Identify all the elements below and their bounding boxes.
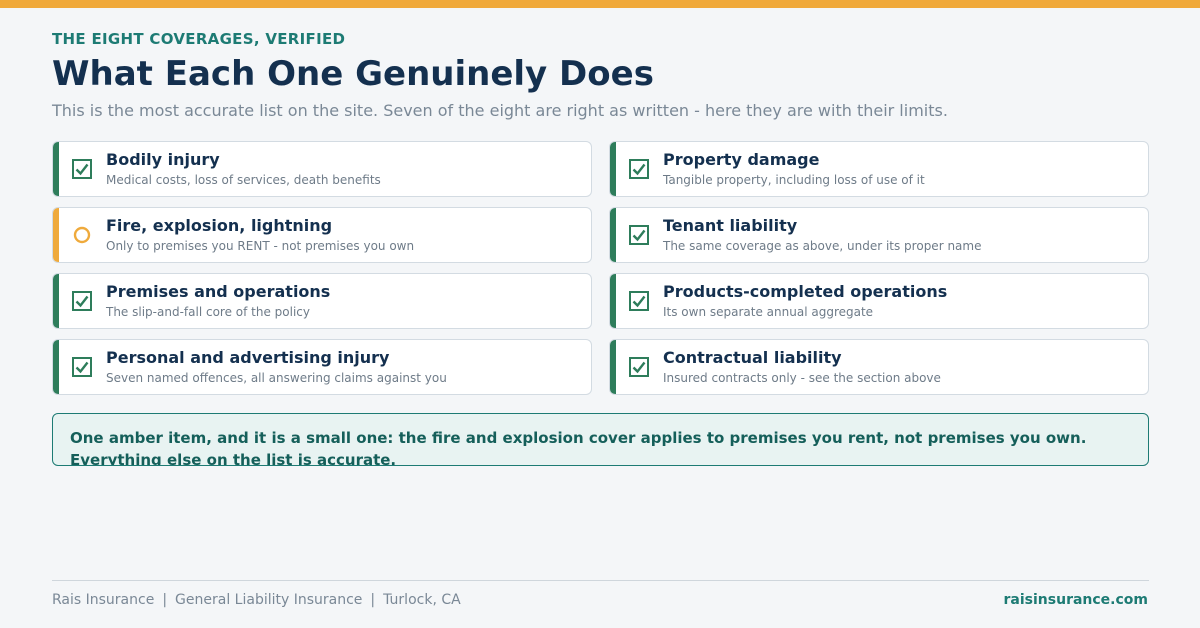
coverage-description: Its own separate annual aggregate xyxy=(663,305,874,319)
coverage-description: Only to premises you RENT - not premises… xyxy=(106,239,415,253)
coverage-card-products-completed-operations: Products-completed operations Its own se… xyxy=(609,273,1149,329)
coverage-grid: Bodily injury Medical costs, loss of ser… xyxy=(52,141,1149,397)
summary-note-text: One amber item, and it is a small one: t… xyxy=(70,429,1087,466)
checked-box-icon xyxy=(72,291,92,311)
card-accent xyxy=(53,142,59,196)
coverage-card-fire-explosion-lightning: Fire, explosion, lightning Only to premi… xyxy=(52,207,592,263)
card-accent xyxy=(53,208,59,262)
coverage-description: The same coverage as above, under its pr… xyxy=(663,239,982,253)
footer-separator: | xyxy=(162,592,168,608)
checked-box-icon xyxy=(72,159,92,179)
coverage-description: Medical costs, loss of services, death b… xyxy=(106,173,381,187)
card-accent xyxy=(610,340,616,394)
card-accent xyxy=(610,208,616,262)
checked-box-icon xyxy=(72,357,92,377)
coverage-description: Insured contracts only - see the section… xyxy=(663,371,941,385)
coverage-card-contractual-liability: Contractual liability Insured contracts … xyxy=(609,339,1149,395)
checked-box-icon xyxy=(629,225,649,245)
footer-divider xyxy=(52,580,1149,581)
footer-info: Rais Insurance | General Liability Insuran… xyxy=(52,592,461,608)
amber-circle-icon xyxy=(73,226,91,244)
coverage-card-personal-advertising-injury: Personal and advertising injury Seven na… xyxy=(52,339,592,395)
page-title: What Each One Genuinely Does xyxy=(52,54,654,94)
coverage-card-bodily-injury: Bodily injury Medical costs, loss of ser… xyxy=(52,141,592,197)
footer-separator: | xyxy=(370,592,376,608)
coverage-card-premises-operations: Premises and operations The slip-and-fal… xyxy=(52,273,592,329)
coverage-title: Fire, explosion, lightning xyxy=(106,216,333,235)
coverage-description: The slip-and-fall core of the policy xyxy=(106,305,310,319)
coverage-title: Bodily injury xyxy=(106,150,220,169)
coverage-description: Seven named offences, all answering clai… xyxy=(106,371,447,385)
card-accent xyxy=(610,274,616,328)
card-accent xyxy=(53,340,59,394)
coverage-card-tenant-liability: Tenant liability The same coverage as ab… xyxy=(609,207,1149,263)
coverage-description: Tangible property, including loss of use… xyxy=(663,173,925,187)
summary-note: One amber item, and it is a small one: t… xyxy=(52,413,1149,466)
page-subtitle: This is the most accurate list on the si… xyxy=(52,101,948,120)
footer-website-link[interactable]: raisinsurance.com xyxy=(1004,592,1148,608)
eyebrow-label: THE EIGHT COVERAGES, VERIFIED xyxy=(52,30,346,48)
footer-location: Turlock, CA xyxy=(383,592,461,608)
checked-box-icon xyxy=(629,291,649,311)
coverage-title: Premises and operations xyxy=(106,282,331,301)
footer-product: General Liability Insurance xyxy=(175,592,363,608)
footer-company: Rais Insurance xyxy=(52,592,155,608)
coverage-title: Products-completed operations xyxy=(663,282,948,301)
top-accent-bar xyxy=(0,0,1200,8)
card-accent xyxy=(53,274,59,328)
checked-box-icon xyxy=(629,357,649,377)
coverage-title: Personal and advertising injury xyxy=(106,348,390,367)
coverage-title: Tenant liability xyxy=(663,216,798,235)
checked-box-icon xyxy=(629,159,649,179)
coverage-title: Property damage xyxy=(663,150,820,169)
coverage-card-property-damage: Property damage Tangible property, inclu… xyxy=(609,141,1149,197)
card-accent xyxy=(610,142,616,196)
coverage-title: Contractual liability xyxy=(663,348,842,367)
